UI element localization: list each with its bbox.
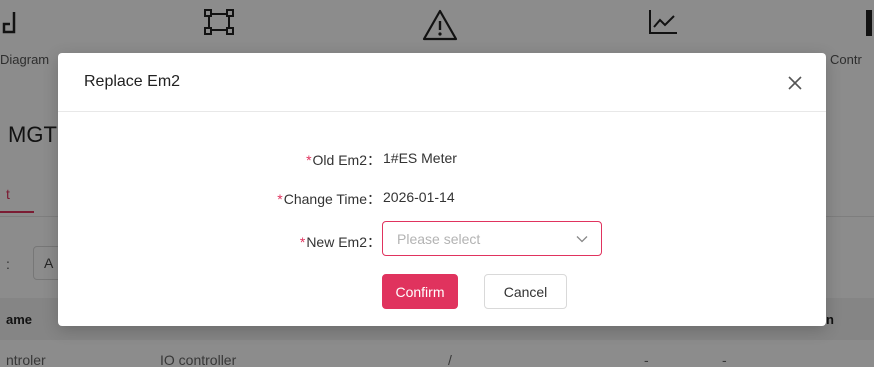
- old-em2-value: 1#ES Meter: [383, 150, 457, 166]
- required-mark: *: [306, 152, 312, 168]
- old-em2-row: *Old Em2： 1#ES Meter: [58, 142, 826, 174]
- chevron-down-icon: [575, 232, 589, 251]
- cancel-button[interactable]: Cancel: [484, 274, 567, 309]
- close-icon[interactable]: [783, 71, 807, 95]
- change-time-label: *Change Time：: [277, 189, 381, 209]
- modal-title: Replace Em2: [84, 73, 181, 90]
- confirm-button[interactable]: Confirm: [382, 274, 458, 309]
- change-time-value: 2026-01-14: [383, 189, 455, 205]
- required-mark: *: [277, 191, 283, 207]
- new-em2-label: *New Em2：: [300, 232, 381, 252]
- modal-header: Replace Em2: [58, 53, 826, 112]
- new-em2-label-text: New Em2：: [306, 234, 381, 250]
- old-em2-label-text: Old Em2：: [312, 152, 381, 168]
- new-em2-row: *New Em2： Please select: [58, 221, 826, 256]
- replace-em2-dialog: Replace Em2 *Old Em2： 1#ES Meter *Change…: [58, 53, 826, 326]
- new-em2-select[interactable]: Please select: [382, 221, 602, 256]
- change-time-label-text: Change Time：: [283, 191, 381, 207]
- change-time-row: *Change Time： 2026-01-14: [58, 181, 826, 213]
- new-em2-placeholder: Please select: [397, 231, 481, 247]
- old-em2-label: *Old Em2：: [306, 150, 381, 170]
- required-mark: *: [299, 234, 306, 250]
